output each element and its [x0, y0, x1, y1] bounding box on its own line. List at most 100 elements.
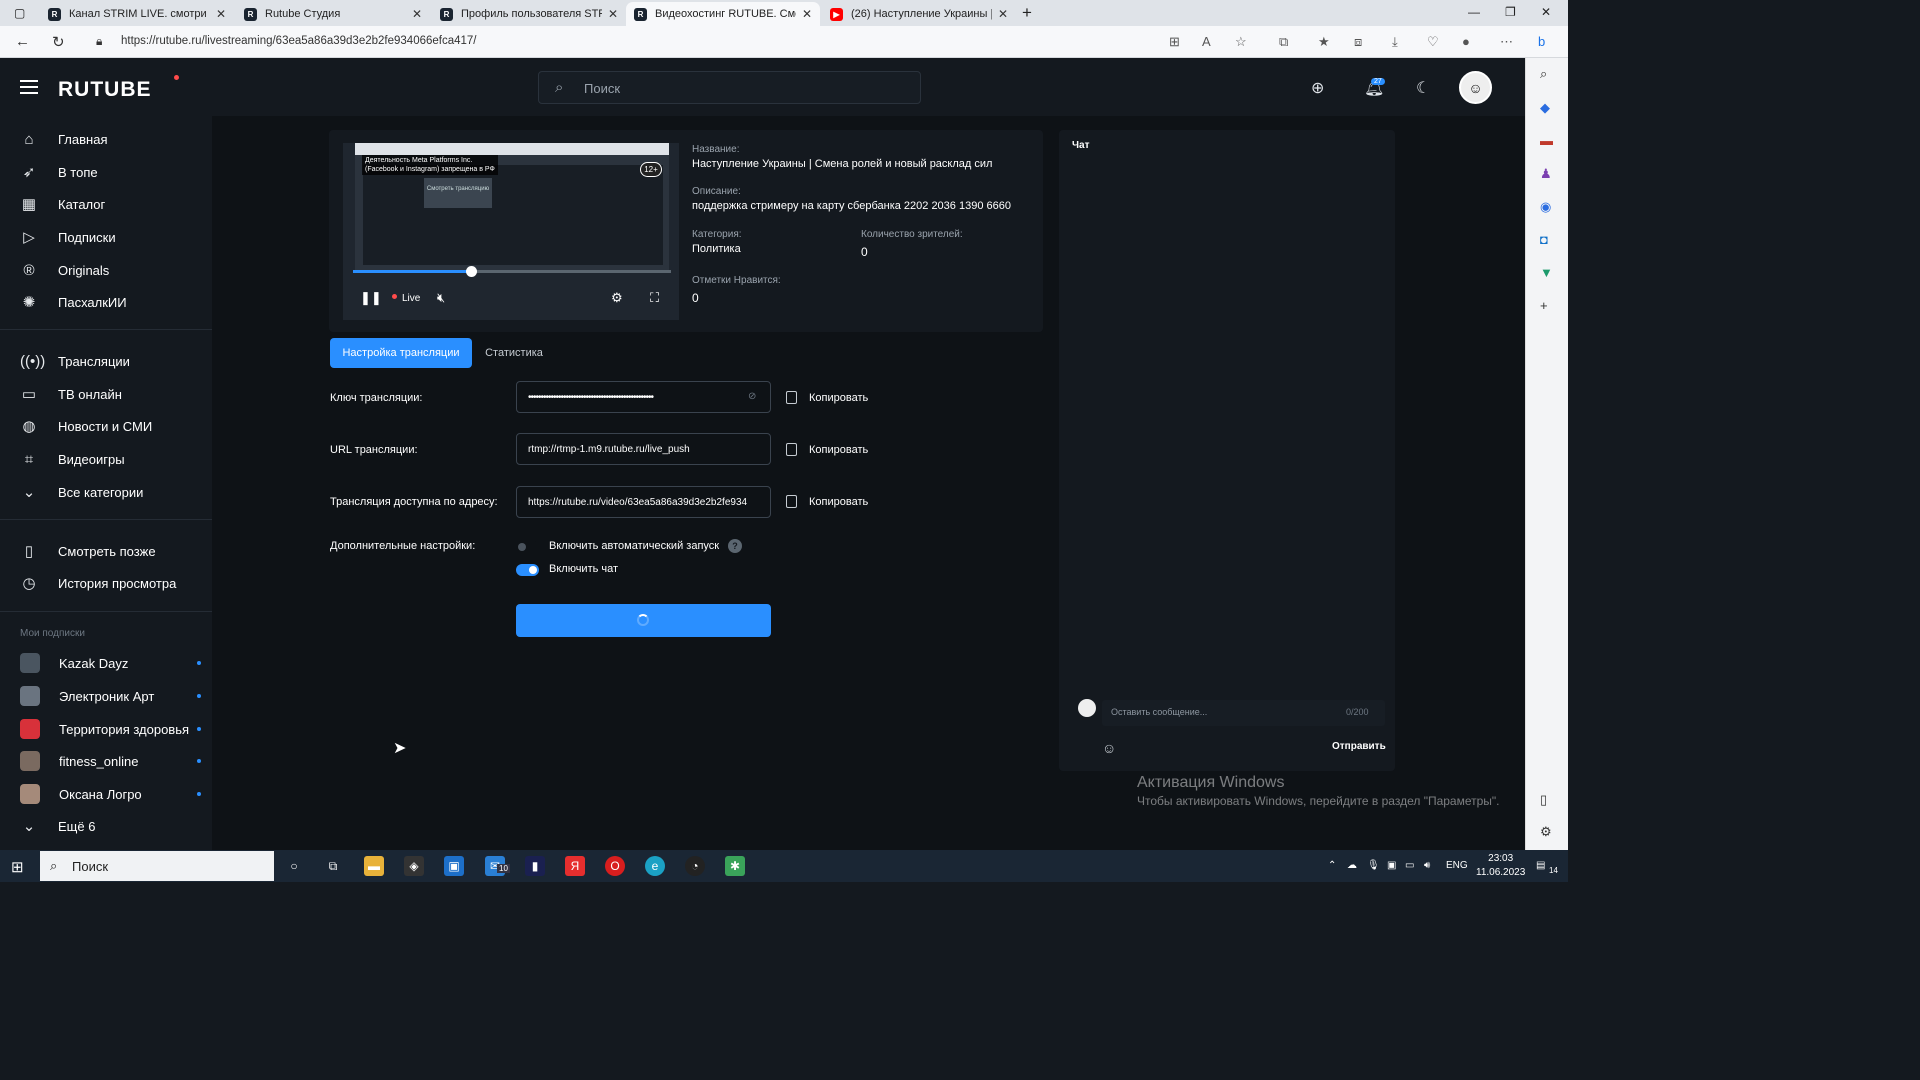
tab-actions-icon[interactable]: ▢ — [14, 6, 25, 20]
minimize-icon[interactable]: — — [1468, 5, 1480, 19]
browser-tab-active[interactable]: R Видеохостинг RUTUBE. Смотри ✕ — [626, 2, 820, 26]
lock-icon[interactable]: 🔒︎ — [96, 34, 102, 49]
app-icon[interactable]: ▮ — [525, 856, 545, 876]
subscription-item[interactable]: Оксана Логро — [0, 779, 212, 809]
chat-toggle[interactable] — [516, 564, 539, 576]
close-tab-icon[interactable]: ✕ — [608, 7, 618, 21]
microphone-icon[interactable]: 🎙︎ — [1367, 860, 1380, 871]
eye-off-icon[interactable]: ⊘ — [748, 391, 756, 402]
mute-icon[interactable]: 🔇︎ — [437, 290, 445, 306]
app-icon[interactable]: ✱ — [725, 856, 745, 876]
sidebar-item-catalog[interactable]: ▦ Каталог — [0, 189, 212, 219]
sidebar-item-easter-eggs[interactable]: ✺ ПасхалкИИ — [0, 287, 212, 317]
sidebar-item-subscriptions[interactable]: ▷ Подписки — [0, 222, 212, 252]
camera-icon[interactable]: ▣ — [1387, 860, 1396, 871]
copy-key-button[interactable]: Копировать — [786, 391, 868, 404]
sidebar-item-history[interactable]: ◷ История просмотра — [0, 568, 212, 598]
sidebar-item-watch-later[interactable]: ▯ Смотреть позже — [0, 536, 212, 566]
extensions-icon[interactable]: ⧉ — [1279, 34, 1288, 50]
settings-gear-icon[interactable]: ⚙ — [1540, 824, 1552, 840]
upload-icon[interactable]: ⊕ — [1311, 78, 1324, 98]
yandex-browser-icon[interactable]: Я — [565, 856, 585, 876]
new-tab-icon[interactable]: + — [1022, 3, 1032, 23]
sidebar-item-streams[interactable]: ((•)) Трансляции — [0, 346, 212, 376]
stream-address-field[interactable]: https://rutube.ru/video/63ea5a86a39d3e2b… — [516, 486, 771, 518]
close-tab-icon[interactable]: ✕ — [216, 7, 226, 21]
subscription-item[interactable]: Электроник Арт — [0, 681, 212, 711]
windows-start-icon[interactable]: ⊞ — [11, 858, 24, 876]
settings-gear-icon[interactable]: ⚙ — [611, 290, 623, 306]
notification-center-icon[interactable]: ▤ — [1536, 860, 1545, 871]
sidebar-item-all-categories[interactable]: ⌄ Все категории — [0, 477, 212, 507]
sidebar-item-top[interactable]: ➶ В топе — [0, 157, 212, 187]
close-tab-icon[interactable]: ✕ — [802, 7, 812, 21]
moon-icon[interactable]: ☾ — [1416, 78, 1430, 98]
browser-tab[interactable]: ▶ (26) Наступление Украины | См ✕ — [822, 2, 1016, 26]
store-icon[interactable]: ▣ — [444, 856, 464, 876]
sidebar-item-more[interactable]: ⌄ Ещё 6 — [0, 811, 212, 841]
bing-copilot-icon[interactable]: b — [1538, 34, 1545, 49]
help-icon[interactable]: ? — [728, 539, 742, 553]
tab-statistics[interactable]: Статистика — [472, 338, 556, 368]
language-indicator[interactable]: ENG — [1446, 860, 1468, 871]
favorites-icon[interactable]: ★ — [1318, 34, 1330, 50]
url-field[interactable]: https://rutube.ru/livestreaming/63ea5a86… — [121, 35, 477, 47]
avatar[interactable]: ☺ — [1459, 71, 1492, 104]
edge-icon[interactable]: e — [645, 856, 665, 876]
volume-icon[interactable]: 🔊︎ — [1424, 860, 1430, 871]
browser-essentials-icon[interactable]: ♡ — [1427, 34, 1439, 50]
taskbar-search-input[interactable]: ⌕ Поиск — [40, 851, 274, 881]
stream-url-field[interactable]: rtmp://rtmp-1.m9.rutube.ru/live_push — [516, 433, 771, 465]
stream-key-field[interactable]: ••••••••••••••••••••••••••••••••••••••••… — [516, 381, 771, 413]
sidebar-item-games[interactable]: ⌗ Видеоигры — [0, 444, 212, 474]
tools-icon[interactable]: ▬ — [1540, 133, 1553, 148]
browser-tab[interactable]: R Rutube Студия ✕ — [236, 2, 430, 26]
live-label[interactable]: Live — [402, 293, 420, 304]
app-icon[interactable]: ◈ — [404, 856, 424, 876]
task-view-icon[interactable]: ⧉ — [323, 856, 343, 876]
favorite-star-icon[interactable]: ☆ — [1235, 34, 1247, 50]
sidebar-item-originals[interactable]: ® Originals — [0, 255, 212, 285]
file-explorer-icon[interactable]: ▬ — [364, 856, 384, 876]
pause-icon[interactable]: ❚❚ — [360, 290, 382, 306]
opera-icon[interactable]: O — [605, 856, 625, 876]
apps-icon[interactable]: ⊞ — [1169, 34, 1180, 50]
refresh-icon[interactable]: ↻ — [52, 33, 65, 51]
autostart-toggle[interactable] — [516, 541, 539, 553]
outlook-icon[interactable]: ◘ — [1540, 232, 1548, 247]
add-icon[interactable]: + — [1540, 298, 1548, 313]
collections-icon[interactable]: ⧈ — [1354, 34, 1362, 50]
subscription-item[interactable]: fitness_online — [0, 746, 212, 776]
sidebar-toggle-icon[interactable]: ▯ — [1540, 792, 1547, 808]
back-icon[interactable]: ← — [15, 33, 30, 50]
search-icon[interactable]: ⌕ — [1540, 66, 1547, 82]
games-icon[interactable]: ♟ — [1540, 166, 1552, 182]
copy-url-button[interactable]: Копировать — [786, 443, 868, 456]
sidebar-item-tv[interactable]: ▭ ТВ онлайн — [0, 379, 212, 409]
downloads-icon[interactable]: ⤓ — [1392, 34, 1398, 50]
subscription-item[interactable]: Территория здоровья — [0, 714, 212, 744]
sidebar-item-news[interactable]: ◍ Новости и СМИ — [0, 411, 212, 441]
taskbar-clock[interactable]: 23:03 11.06.2023 — [1476, 852, 1525, 880]
close-window-icon[interactable]: ✕ — [1541, 5, 1551, 19]
emoji-icon[interactable]: ☺ — [1102, 740, 1116, 756]
cortana-icon[interactable]: ○ — [284, 856, 304, 876]
copy-address-button[interactable]: Копировать — [786, 495, 868, 508]
more-icon[interactable]: ⋯ — [1500, 34, 1513, 50]
office-icon[interactable]: ◉ — [1540, 199, 1551, 215]
drop-icon[interactable]: ▼ — [1540, 265, 1553, 280]
network-icon[interactable]: ▭ — [1405, 860, 1414, 871]
close-tab-icon[interactable]: ✕ — [998, 7, 1008, 21]
onedrive-icon[interactable]: ☁ — [1347, 860, 1357, 871]
subscription-item[interactable]: Kazak Dayz — [0, 648, 212, 678]
profile-icon[interactable]: ● — [1462, 34, 1470, 49]
read-aloud-icon[interactable]: A — [1202, 34, 1211, 49]
tray-chevron-up-icon[interactable]: ⌃ — [1328, 860, 1336, 871]
browser-tab[interactable]: R Канал STRIM LIVE. смотри онла ✕ — [40, 2, 234, 26]
search-input[interactable]: ⌕ Поиск — [538, 71, 921, 104]
close-tab-icon[interactable]: ✕ — [412, 7, 422, 21]
menu-icon[interactable] — [20, 80, 38, 94]
sidebar-item-home[interactable]: ⌂ Главная — [0, 124, 212, 154]
send-button[interactable]: Отправить — [1332, 741, 1386, 752]
restore-icon[interactable]: ❐ — [1505, 5, 1516, 19]
